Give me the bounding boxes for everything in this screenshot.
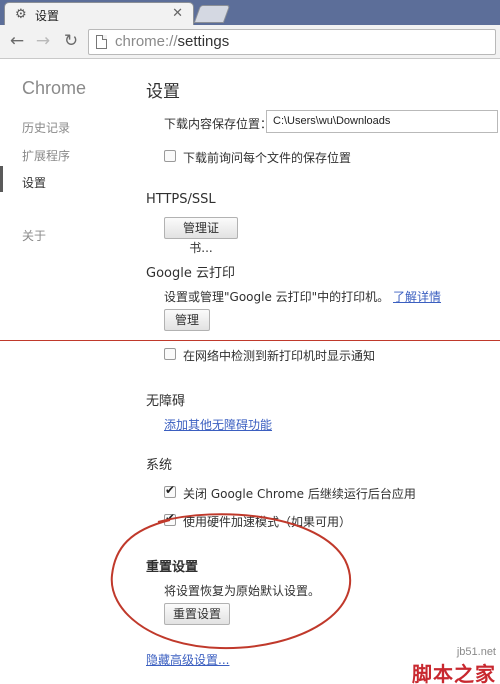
annotation-circle: [110, 513, 352, 650]
watermark-url: jb51.net: [456, 646, 496, 658]
watermark-logo: 脚本之家: [412, 662, 496, 684]
